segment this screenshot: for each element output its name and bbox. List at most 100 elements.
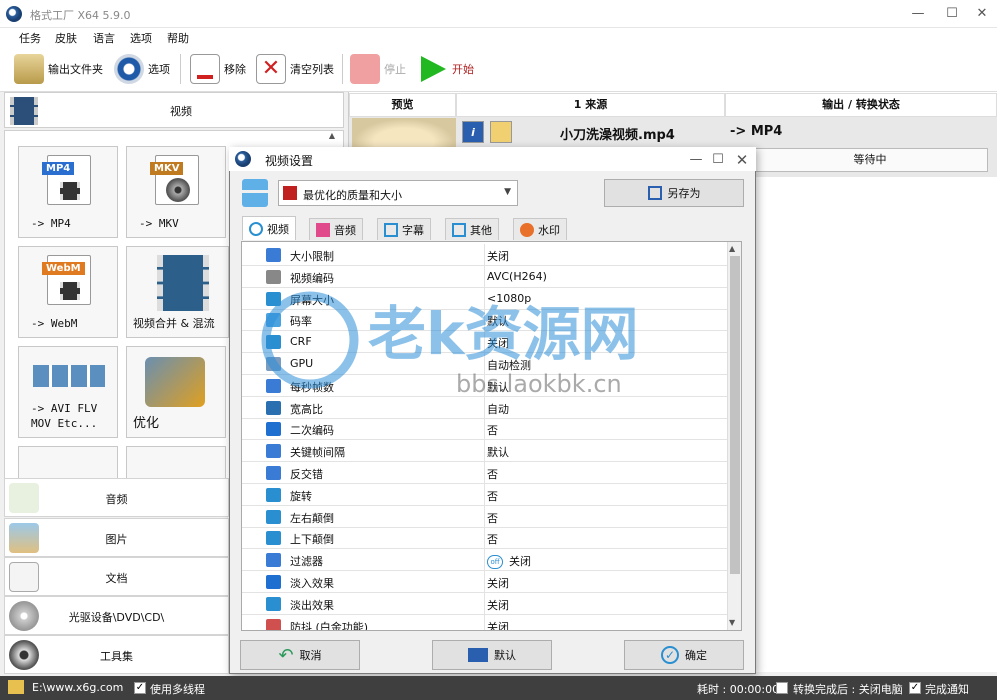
property-row[interactable]: 过滤器 off 关闭 (242, 549, 729, 572)
tile-mp4[interactable]: MP4 -> MP4 (18, 146, 118, 238)
col-header-preview[interactable]: 预览 (349, 93, 456, 117)
property-value[interactable]: 否 (487, 422, 498, 438)
close-button[interactable]: ✕ (968, 4, 996, 24)
property-value[interactable]: 关闭 (487, 619, 509, 630)
property-row[interactable]: 大小限制 关闭 (242, 244, 729, 266)
tab-video[interactable]: 视频 (242, 216, 296, 240)
menu-language[interactable]: 语言 (93, 30, 115, 46)
tab-audio[interactable]: 音频 (309, 218, 363, 240)
tile-optimize-label: 优化 (133, 416, 160, 431)
property-row[interactable]: 视频编码 AVC(H264) (242, 265, 729, 288)
tile-video-merge[interactable]: 视频合并 & 混流 (126, 246, 229, 338)
property-row[interactable]: 反交错 否 (242, 462, 729, 484)
remove-button[interactable]: 移除 (190, 52, 246, 86)
tile-optimize[interactable]: 优化 (126, 346, 226, 438)
save-as-button[interactable]: 另存为 (604, 179, 744, 207)
tab-audio-label: 音频 (334, 223, 356, 237)
menu-options[interactable]: 选项 (130, 30, 152, 46)
col-header-source[interactable]: 1 来源 (456, 93, 725, 117)
tile-webm[interactable]: WebM -> WebM (18, 246, 118, 338)
property-value[interactable]: 默认 (487, 313, 509, 329)
property-row[interactable]: 码率 默认 (242, 309, 729, 332)
multithread-checkbox[interactable]: ✓ (134, 682, 146, 694)
ok-button[interactable]: ✓ 确定 (624, 640, 744, 670)
property-row[interactable]: 旋转 否 (242, 483, 729, 506)
property-value[interactable]: 否 (487, 466, 498, 482)
title-bar (0, 0, 997, 28)
property-row[interactable]: CRF 关闭 (242, 331, 729, 354)
property-value[interactable]: 否 (487, 488, 498, 504)
property-table: 大小限制 关闭 视频编码 AVC(H264) 屏幕大小 <1080p 码率 默认 CRF 关闭 GP… (241, 241, 742, 631)
scroll-up-arrow-icon[interactable]: ▲ (322, 131, 342, 145)
property-row[interactable]: 左右颠倒 否 (242, 505, 729, 528)
property-icon (266, 444, 281, 459)
property-row[interactable]: 屏幕大小 <1080p (242, 287, 729, 310)
property-row[interactable]: 关键帧间隔 默认 (242, 440, 729, 463)
scroll-thumb[interactable] (730, 256, 740, 574)
property-value[interactable]: 否 (487, 531, 498, 547)
menu-skin[interactable]: 皮肤 (55, 30, 77, 46)
category-dvd-label: 光驱设备\DVD\CD\ (68, 611, 165, 624)
tab-watermark[interactable]: 水印 (513, 218, 567, 240)
status-path[interactable]: E:\www.x6g.com (32, 681, 123, 694)
stop-button[interactable]: 停止 (350, 52, 406, 86)
property-value[interactable]: <1080p (487, 292, 531, 305)
notify-checkbox[interactable]: ✓ (909, 682, 921, 694)
property-value[interactable]: AVC(H264) (487, 270, 547, 283)
property-value[interactable]: 默认 (487, 444, 509, 460)
start-button[interactable]: 开始 (418, 52, 474, 86)
property-value[interactable]: off 关闭 (487, 553, 531, 570)
tab-other[interactable]: 其他 (445, 218, 499, 240)
scroll-down-arrow-icon[interactable]: ▼ (729, 618, 735, 627)
property-row[interactable]: GPU 自动检测 (242, 353, 729, 375)
cancel-button[interactable]: ↶ 取消 (240, 640, 360, 670)
property-value[interactable]: 自动检测 (487, 357, 531, 373)
property-row[interactable]: 每秒帧数 默认 (242, 374, 729, 397)
tab-subtitle[interactable]: 字幕 (377, 218, 431, 240)
mp4-file-icon: MP4 (42, 155, 91, 205)
tile-partial[interactable] (126, 446, 226, 480)
property-row[interactable]: 淡出效果 关闭 (242, 592, 729, 615)
property-icon (266, 335, 281, 350)
col-header-output[interactable]: 输出 / 转换状态 (725, 93, 997, 117)
output-folder-button[interactable]: 输出文件夹 (14, 52, 103, 86)
menu-task[interactable]: 任务 (19, 30, 41, 46)
category-dvd-cd[interactable]: 光驱设备\DVD\CD\ (4, 596, 229, 635)
maximize-button[interactable]: ☐ (938, 4, 966, 24)
property-value[interactable]: 关闭 (487, 335, 509, 351)
property-value[interactable]: 默认 (487, 379, 509, 395)
property-row[interactable]: 淡入效果 关闭 (242, 571, 729, 593)
tile-partial[interactable] (18, 446, 118, 480)
open-folder-icon[interactable] (490, 121, 512, 143)
category-audio[interactable]: 音频 (4, 478, 229, 517)
default-button[interactable]: 默认 (432, 640, 552, 670)
tile-mkv[interactable]: MKV -> MKV (126, 146, 226, 238)
property-value[interactable]: 关闭 (487, 248, 509, 264)
options-button[interactable]: 选项 (114, 52, 170, 86)
property-divider (484, 396, 485, 419)
preset-dropdown[interactable]: 最优化的质量和大小 ▼ (278, 180, 518, 206)
info-icon[interactable]: i (462, 121, 484, 143)
property-value[interactable]: 自动 (487, 401, 509, 417)
property-row[interactable]: 上下颠倒 否 (242, 527, 729, 550)
scroll-up-arrow-icon[interactable]: ▲ (729, 244, 735, 253)
clear-list-button[interactable]: ✕ 清空列表 (256, 52, 334, 86)
menu-help[interactable]: 帮助 (167, 30, 189, 46)
tile-avi-flv-mov[interactable]: -> AVI FLV MOV Etc... (18, 346, 118, 438)
property-row[interactable]: 宽高比 自动 (242, 396, 729, 419)
multithread-label: 使用多线程 (150, 683, 205, 696)
property-row[interactable]: 防抖 (白金功能) 关闭 (242, 614, 729, 630)
category-image[interactable]: 图片 (4, 518, 229, 557)
start-label: 开始 (452, 63, 474, 76)
property-value[interactable]: 关闭 (487, 597, 509, 613)
minimize-button[interactable]: — (904, 4, 932, 24)
property-value[interactable]: 关闭 (487, 575, 509, 591)
source-filename: 小刀洗澡视频.mp4 (560, 128, 675, 143)
after-done-checkbox[interactable] (776, 682, 788, 694)
property-scrollbar[interactable]: ▲ ▼ (727, 242, 741, 630)
dialog-close-button[interactable]: ✕ (728, 150, 756, 170)
property-row[interactable]: 二次编码 否 (242, 418, 729, 441)
category-document[interactable]: 文档 (4, 557, 229, 596)
category-tools[interactable]: 工具集 (4, 635, 229, 674)
property-value[interactable]: 否 (487, 510, 498, 526)
